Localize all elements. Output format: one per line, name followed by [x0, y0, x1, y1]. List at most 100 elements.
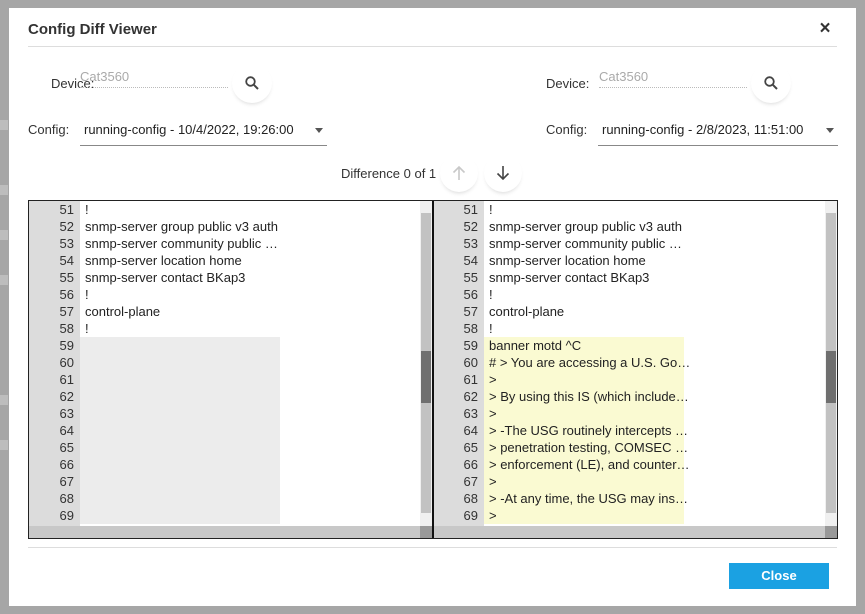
line-text: control-plane	[489, 304, 565, 319]
line-text: !	[489, 202, 493, 217]
code-line: 61 >	[433, 371, 824, 388]
code-line: 58!	[29, 320, 419, 337]
added-line-highlight	[484, 371, 684, 388]
code-line: 69	[29, 507, 419, 524]
right-config-value: running-config - 2/8/2023, 11:51:00	[602, 122, 804, 137]
background-content	[0, 395, 8, 405]
code-line: 60	[29, 354, 419, 371]
code-line: 68 > -At any time, the USG may ins…	[433, 490, 824, 507]
added-line-highlight	[484, 405, 684, 422]
line-number: 58	[59, 321, 74, 336]
line-text: snmp-server community public …	[489, 236, 682, 251]
code-line: 52 snmp-server group public v3 auth	[433, 218, 824, 235]
line-number: 53	[59, 236, 74, 251]
code-line: 65 > penetration testing, COMSEC …	[433, 439, 824, 456]
line-text: > -At any time, the USG may ins…	[489, 491, 689, 506]
line-text: >	[489, 406, 497, 421]
line-number: 62	[59, 389, 74, 404]
code-line: 65	[29, 439, 419, 456]
difference-counter: Difference 0 of 1	[341, 166, 437, 181]
right-horizontal-scrollbar[interactable]	[433, 526, 825, 538]
code-line: 54 snmp-server location home	[433, 252, 824, 269]
code-line: 66	[29, 456, 419, 473]
line-text: > By using this IS (which include…	[489, 389, 689, 404]
code-line: 67 >	[433, 473, 824, 490]
line-number: 52	[59, 219, 74, 234]
right-device-label: Device:	[546, 76, 590, 91]
close-icon[interactable]: ×	[816, 19, 834, 39]
line-number: 54	[59, 253, 74, 268]
missing-line-placeholder	[80, 405, 280, 422]
right-config-pane[interactable]: 51! 52 snmp-server group public v3 auth 53 s…	[433, 201, 837, 538]
arrow-up-icon	[452, 165, 466, 180]
line-text: snmp-server contact BKap3	[489, 270, 650, 285]
code-line: 60 # > You are accessing a U.S. Go…	[433, 354, 824, 371]
line-number: 63	[59, 406, 74, 421]
left-config-label: Config:	[28, 122, 70, 137]
missing-line-placeholder	[80, 473, 280, 490]
right-device-input[interactable]	[599, 66, 747, 88]
close-button[interactable]: Close	[729, 563, 829, 589]
missing-line-placeholder	[80, 422, 280, 439]
code-line: 54 snmp-server location home	[29, 252, 419, 269]
line-number: 52	[463, 219, 478, 234]
code-line: 64 > -The USG routinely intercepts …	[433, 422, 824, 439]
code-line: 56!	[433, 286, 824, 303]
line-number: 65	[59, 440, 74, 455]
line-number: 64	[59, 423, 74, 438]
line-number: 63	[463, 406, 478, 421]
caret-down-icon	[826, 128, 834, 133]
scrollbar-thumb[interactable]	[826, 351, 836, 403]
background-content	[0, 275, 8, 285]
right-vertical-scrollbar[interactable]	[825, 201, 837, 526]
code-line: 69 >	[433, 507, 824, 524]
left-search-button[interactable]	[232, 63, 272, 103]
missing-line-placeholder	[80, 456, 280, 473]
right-config-select[interactable]: running-config - 2/8/2023, 11:51:00	[598, 116, 838, 146]
line-number: 67	[59, 474, 74, 489]
left-device-input[interactable]	[80, 66, 228, 88]
line-number: 57	[59, 304, 74, 319]
background-content	[0, 185, 8, 195]
left-config-value: running-config - 10/4/2022, 19:26:00	[84, 122, 294, 137]
line-number: 67	[463, 474, 478, 489]
line-number: 60	[463, 355, 478, 370]
missing-line-placeholder	[80, 388, 280, 405]
code-line: 56!	[29, 286, 419, 303]
code-line: 63	[29, 405, 419, 422]
code-line: 51!	[29, 201, 419, 218]
line-text: !	[85, 202, 89, 217]
footer-divider	[28, 547, 837, 548]
left-config-select[interactable]: running-config - 10/4/2022, 19:26:00	[80, 116, 327, 146]
scrollbar-thumb[interactable]	[421, 351, 431, 403]
line-number: 61	[59, 372, 74, 387]
line-text: !	[489, 321, 493, 336]
code-line: 66 > enforcement (LE), and counter…	[433, 456, 824, 473]
line-text: control-plane	[85, 304, 161, 319]
line-text: snmp-server location home	[489, 253, 646, 268]
search-icon	[245, 76, 259, 90]
scrollbar-corner	[825, 526, 837, 538]
previous-difference-button[interactable]	[440, 154, 478, 192]
pane-divider	[432, 201, 434, 538]
code-line: 61	[29, 371, 419, 388]
background-content	[0, 120, 8, 130]
missing-line-placeholder	[80, 439, 280, 456]
line-text: >	[489, 372, 497, 387]
right-config-label: Config:	[546, 122, 588, 137]
background-content	[0, 230, 8, 240]
code-line: 59 banner motd ^C	[433, 337, 824, 354]
missing-line-placeholder	[80, 371, 280, 388]
left-horizontal-scrollbar[interactable]	[29, 526, 420, 538]
scrollbar-track-fill	[826, 213, 836, 351]
left-config-pane[interactable]: 51! 52 snmp-server group public v3 auth 53 s…	[29, 201, 432, 538]
right-search-button[interactable]	[751, 63, 791, 103]
next-difference-button[interactable]	[484, 154, 522, 192]
line-text: >	[489, 474, 497, 489]
caret-down-icon	[315, 128, 323, 133]
background-content	[0, 440, 8, 450]
line-text: snmp-server location home	[85, 253, 242, 268]
line-text: > -The USG routinely intercepts …	[489, 423, 689, 438]
line-number: 53	[463, 236, 478, 251]
left-vertical-scrollbar[interactable]	[420, 201, 432, 526]
